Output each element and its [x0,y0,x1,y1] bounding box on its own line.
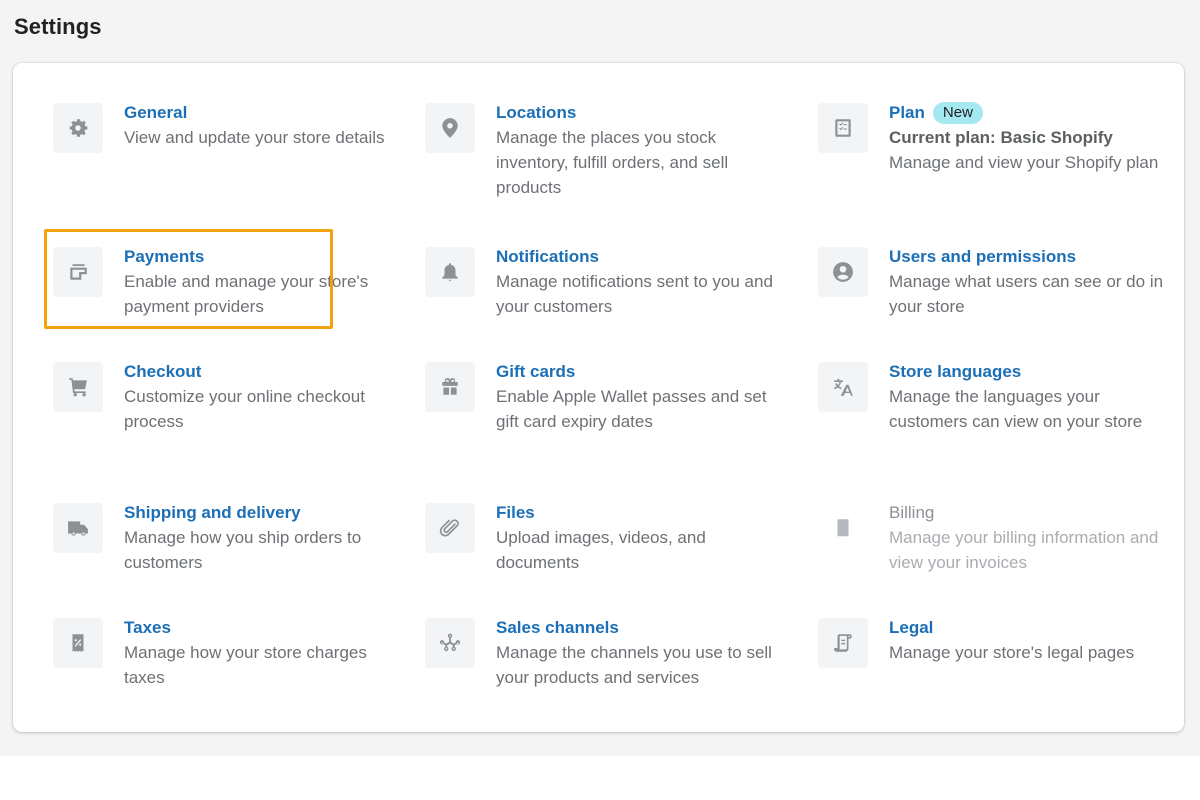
item-description: Manage how your store charges taxes [124,643,367,687]
paperclip-icon [425,503,475,553]
item-description: Manage your billing information and view… [889,528,1159,572]
truck-icon [53,503,103,553]
item-title[interactable]: Checkout [124,360,404,384]
item-description: Manage notifications sent to you and you… [496,272,773,316]
item-title[interactable]: Users and permissions [889,245,1169,269]
item-title[interactable]: Gift cards [496,360,776,384]
item-description: Manage and view your Shopify plan [889,153,1159,172]
checklist-icon [818,103,868,153]
item-title[interactable]: General [124,101,404,125]
item-title[interactable]: Shipping and delivery [124,501,404,525]
settings-card: General View and update your store detai… [13,63,1184,732]
current-plan-label: Current plan: Basic Shopify [889,128,1113,147]
item-title[interactable]: Sales channels [496,616,776,640]
user-circle-icon [818,247,868,297]
scroll-icon [818,618,868,668]
item-title[interactable]: Locations [496,101,776,125]
item-title[interactable]: Store languages [889,360,1169,384]
item-title: Billing [889,503,935,522]
page-title: Settings [14,14,102,39]
item-description: Enable Apple Wallet passes and set gift … [496,387,767,431]
item-title[interactable]: Plan [889,101,925,125]
gear-icon [53,103,103,153]
item-description: Customize your online checkout process [124,387,365,431]
item-title[interactable]: Files [496,501,776,525]
item-description: Enable and manage your store's payment p… [124,272,369,316]
gift-icon [425,362,475,412]
item-description: Manage your store's legal pages [889,643,1135,662]
translate-icon [818,362,868,412]
bell-icon [425,247,475,297]
item-description: Manage the places you stock inventory, f… [496,128,729,197]
receipt-dollar-icon [818,503,868,553]
location-pin-icon [425,103,475,153]
channels-icon [425,618,475,668]
item-title[interactable]: Payments [124,245,404,269]
receipt-percent-icon [53,618,103,668]
item-description: Manage the channels you use to sell your… [496,643,772,687]
cart-icon [53,362,103,412]
item-title[interactable]: Legal [889,616,1169,640]
item-title[interactable]: Notifications [496,245,776,269]
item-title[interactable]: Taxes [124,616,404,640]
new-badge: New [932,102,983,124]
item-description: Manage what users can see or do in your … [889,272,1164,316]
payment-card-icon [53,247,103,297]
item-description: View and update your store details [124,128,385,147]
item-description: Manage how you ship orders to customers [124,528,362,572]
item-description: Upload images, videos, and documents [496,528,706,572]
item-description: Manage the languages your customers can … [889,387,1143,431]
